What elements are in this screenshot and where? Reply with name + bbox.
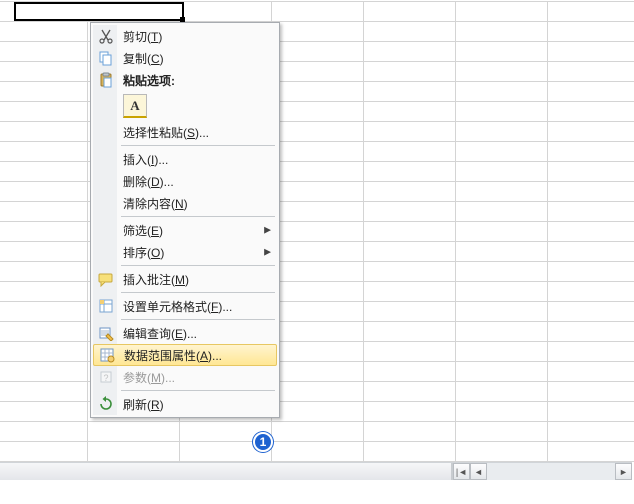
menu-label: 排序(O) xyxy=(123,244,164,261)
paste-values-button[interactable]: A xyxy=(123,94,147,118)
annotation-number: 1 xyxy=(260,435,267,449)
menu-parameters: ? 参数(M)... xyxy=(93,366,277,388)
refresh-icon xyxy=(98,396,114,412)
grid-edge xyxy=(0,0,634,1)
properties-icon xyxy=(99,347,115,363)
scroll-first-button[interactable]: |◄ xyxy=(453,463,470,480)
menu-label: 插入(I)... xyxy=(123,151,168,168)
menu-separator xyxy=(121,319,275,320)
scroll-right-glyph: ► xyxy=(619,467,628,477)
menu-cut[interactable]: 剪切(T) xyxy=(93,25,277,47)
menu-label: 设置单元格格式(F)... xyxy=(123,298,232,315)
menu-paste-special[interactable]: 选择性粘贴(S)... xyxy=(93,121,277,143)
scroll-left-glyph: ◄ xyxy=(474,467,483,477)
copy-icon xyxy=(98,50,114,66)
menu-copy[interactable]: 复制(C) xyxy=(93,47,277,69)
menu-label: 复制(C) xyxy=(123,50,164,67)
menu-separator xyxy=(121,292,275,293)
menu-separator xyxy=(121,216,275,217)
menu-refresh[interactable]: 刷新(R) xyxy=(93,393,277,415)
menu-sort[interactable]: 排序(O) ▶ xyxy=(93,241,277,263)
scroll-right-button[interactable]: ► xyxy=(615,463,632,480)
menu-insert-comment[interactable]: 插入批注(M) xyxy=(93,268,277,290)
menu-label: 删除(D)... xyxy=(123,173,174,190)
menu-label: 参数(M)... xyxy=(123,369,175,386)
menu-format-cells[interactable]: 设置单元格格式(F)... xyxy=(93,295,277,317)
menu-clear-contents[interactable]: 清除内容(N) xyxy=(93,192,277,214)
cut-icon xyxy=(98,28,114,44)
menu-label: 粘贴选项: xyxy=(123,72,175,89)
bottom-blank xyxy=(0,480,634,504)
menu-filter[interactable]: 筛选(E) ▶ xyxy=(93,219,277,241)
menu-insert[interactable]: 插入(I)... xyxy=(93,148,277,170)
scroll-left-button[interactable]: ◄ xyxy=(470,463,487,480)
menu-label: 清除内容(N) xyxy=(123,195,188,212)
submenu-arrow-icon: ▶ xyxy=(264,225,271,236)
format-cells-icon xyxy=(98,298,114,314)
submenu-arrow-icon: ▶ xyxy=(264,247,271,258)
paste-options-row: A xyxy=(93,91,277,121)
context-menu: 剪切(T) 复制(C) 粘贴选项: A 选择性粘贴(S)... 插入(I)...… xyxy=(90,22,280,418)
sheet-tab-area[interactable] xyxy=(0,463,452,480)
scroll-first-glyph: |◄ xyxy=(456,467,467,477)
menu-edit-query[interactable]: 编辑查询(E)... xyxy=(93,322,277,344)
menu-label: 剪切(T) xyxy=(123,28,162,45)
parameters-icon: ? xyxy=(98,369,114,385)
selected-cell[interactable] xyxy=(14,2,184,21)
menu-label: 数据范围属性(A)... xyxy=(124,347,222,364)
menu-label: 筛选(E) xyxy=(123,222,163,239)
svg-text:?: ? xyxy=(103,373,108,383)
menu-paste-options: 粘贴选项: xyxy=(93,69,277,91)
scroll-track[interactable]: |◄ ◄ ► xyxy=(452,463,632,480)
paste-icon xyxy=(98,72,114,88)
menu-data-range-properties[interactable]: 数据范围属性(A)... xyxy=(93,344,277,366)
menu-separator xyxy=(121,265,275,266)
annotation-badge-1: 1 xyxy=(253,432,273,452)
scroll-gap[interactable] xyxy=(487,463,615,480)
menu-label: 刷新(R) xyxy=(123,396,164,413)
menu-separator xyxy=(121,145,275,146)
comment-icon xyxy=(98,271,114,287)
paste-values-glyph: A xyxy=(130,98,139,114)
menu-delete[interactable]: 删除(D)... xyxy=(93,170,277,192)
menu-label: 插入批注(M) xyxy=(123,271,189,288)
menu-separator xyxy=(121,390,275,391)
horizontal-scrollbar[interactable]: |◄ ◄ ► xyxy=(0,462,632,480)
menu-label: 编辑查询(E)... xyxy=(123,325,197,342)
menu-label: 选择性粘贴(S)... xyxy=(123,124,209,141)
edit-query-icon xyxy=(98,325,114,341)
